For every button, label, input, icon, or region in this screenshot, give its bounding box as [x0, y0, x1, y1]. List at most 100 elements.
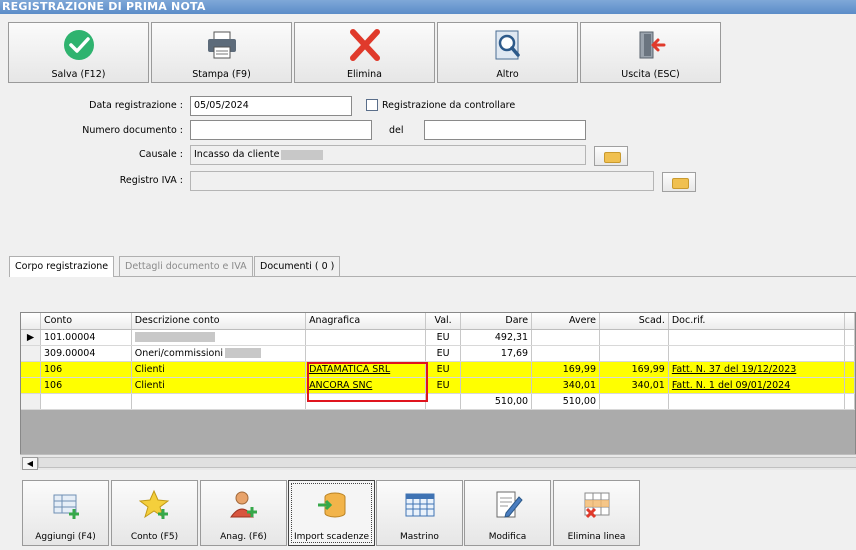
redacted-block: [281, 149, 324, 160]
delete-button[interactable]: Elimina: [294, 22, 435, 83]
folder-icon: [672, 178, 689, 189]
window-title: REGISTRAZIONE DI PRIMA NOTA: [2, 0, 206, 13]
row-indicator: [21, 393, 42, 410]
scroll-left-arrow-icon[interactable]: ◀: [22, 457, 38, 470]
cell-conto[interactable]: 309.00004: [40, 345, 132, 362]
col-header-dare[interactable]: Dare: [460, 313, 533, 330]
cell-anagrafica[interactable]: [305, 329, 426, 346]
table-row[interactable]: 309.00004 Oneri/commissioni EU 17,69: [21, 345, 855, 362]
magnifier-icon: [491, 29, 525, 61]
cell-scadenza[interactable]: [599, 345, 669, 362]
mastrino-button[interactable]: Mastrino: [376, 480, 463, 546]
col-header-avere[interactable]: Avere: [531, 313, 600, 330]
anagrafica-label: Anag. (F6): [220, 532, 267, 542]
registrazione-grid[interactable]: Conto Descrizione conto Anagrafica Val. …: [20, 312, 856, 470]
modifica-button[interactable]: Modifica: [464, 480, 551, 546]
col-header-scadenza[interactable]: Scad.: [599, 313, 669, 330]
cell-doc-rif-link[interactable]: Fatt. N. 37 del 19/12/2023: [668, 361, 846, 378]
cell-dare[interactable]: [460, 361, 533, 378]
add-row-button[interactable]: Aggiungi (F4): [22, 480, 109, 546]
cell-extra: [844, 345, 855, 362]
cell-dare[interactable]: [460, 377, 533, 394]
cell-dare[interactable]: 492,31: [460, 329, 533, 346]
anagrafica-button[interactable]: Anag. (F6): [200, 480, 287, 546]
registro-iva-lookup-button[interactable]: [662, 172, 696, 192]
del-label: del: [389, 125, 404, 136]
col-header-anagrafica[interactable]: Anagrafica: [305, 313, 426, 330]
row-indicator: [21, 345, 42, 362]
cell-avere[interactable]: [531, 329, 600, 346]
cell-doc-rif-link[interactable]: Fatt. N. 1 del 09/01/2024: [668, 377, 846, 394]
tab-documenti[interactable]: Documenti ( 0 ): [254, 256, 341, 276]
conto-button[interactable]: Conto (F5): [111, 480, 198, 546]
import-scadenze-button[interactable]: Import scadenze: [288, 480, 375, 546]
redacted-block: [134, 332, 215, 342]
row-indicator: [21, 361, 42, 378]
tab-corpo-registrazione[interactable]: Corpo registrazione: [9, 256, 115, 277]
cell-valuta[interactable]: EU: [425, 377, 462, 394]
cell-dare[interactable]: 17,69: [460, 345, 533, 362]
cell-avere[interactable]: 169,99: [531, 361, 600, 378]
ledger-grid-icon: [404, 489, 436, 521]
star-add-icon: [138, 489, 171, 521]
add-row-icon: [50, 489, 82, 521]
col-header-valuta[interactable]: Val.: [425, 313, 462, 330]
cell-scadenza[interactable]: [599, 329, 669, 346]
table-row[interactable]: 106 Clienti ANCORA SNC EU 340,01 340,01 …: [21, 377, 855, 394]
cell-conto[interactable]: 106: [40, 361, 132, 378]
causale-label: Causale :: [139, 149, 183, 160]
cell-conto[interactable]: 106: [40, 377, 132, 394]
cell-descrizione[interactable]: Clienti: [131, 361, 307, 378]
registro-iva-field[interactable]: [190, 171, 654, 191]
delete-x-icon: [348, 29, 382, 61]
cell-descrizione[interactable]: [131, 329, 307, 346]
print-button[interactable]: Stampa (F9): [151, 22, 292, 83]
col-header-descrizione[interactable]: Descrizione conto: [131, 313, 307, 330]
table-row[interactable]: ▶ 101.00004 EU 492,31: [21, 329, 855, 346]
scrollbar-thumb[interactable]: [38, 457, 856, 468]
cell-scadenza[interactable]: 340,01: [599, 377, 669, 394]
causale-value: Incasso da cliente: [194, 149, 280, 160]
edit-document-icon: [492, 489, 524, 521]
cell-valuta[interactable]: EU: [425, 329, 462, 346]
cell-valuta[interactable]: EU: [425, 345, 462, 362]
cell-empty: [40, 393, 132, 410]
cell-descrizione[interactable]: Oneri/commissioni: [131, 345, 307, 362]
cell-scadenza[interactable]: 169,99: [599, 361, 669, 378]
elimina-linea-button[interactable]: Elimina linea: [553, 480, 640, 546]
table-row[interactable]: 106 Clienti DATAMATICA SRL EU 169,99 169…: [21, 361, 855, 378]
exit-button[interactable]: Uscita (ESC): [580, 22, 721, 83]
col-header-doc-rif[interactable]: Doc.rif.: [668, 313, 846, 330]
annotation-highlight-box: [307, 362, 428, 402]
cell-anagrafica[interactable]: [305, 345, 426, 362]
numero-documento-field[interactable]: [190, 120, 372, 140]
save-button[interactable]: Salva (F12): [8, 22, 149, 83]
check-icon: [62, 29, 96, 61]
causale-field[interactable]: Incasso da cliente: [190, 145, 586, 165]
da-controllare-checkbox[interactable]: [366, 99, 378, 111]
da-controllare-label: Registrazione da controllare: [382, 100, 516, 111]
cell-descrizione[interactable]: Clienti: [131, 377, 307, 394]
printer-icon: [205, 29, 239, 61]
cell-doc-rif[interactable]: [668, 329, 846, 346]
totals-row: 510,00 510,00: [21, 393, 855, 410]
del-date-field[interactable]: [424, 120, 586, 140]
elimina-linea-label: Elimina linea: [567, 532, 626, 542]
registro-iva-label: Registro IVA :: [119, 175, 183, 186]
total-avere: 510,00: [531, 393, 600, 410]
more-button[interactable]: Altro: [437, 22, 578, 83]
data-registrazione-field[interactable]: 05/05/2024: [190, 96, 352, 116]
cell-empty: [599, 393, 669, 410]
cell-doc-rif[interactable]: [668, 345, 846, 362]
title-bar: REGISTRAZIONE DI PRIMA NOTA: [0, 0, 856, 14]
causale-lookup-button[interactable]: [594, 146, 628, 166]
horizontal-scrollbar[interactable]: ◀: [20, 454, 856, 470]
cell-avere[interactable]: 340,01: [531, 377, 600, 394]
cell-avere[interactable]: [531, 345, 600, 362]
col-header-conto[interactable]: Conto: [40, 313, 132, 330]
cell-valuta[interactable]: EU: [425, 361, 462, 378]
save-button-label: Salva (F12): [51, 69, 106, 80]
cell-conto[interactable]: 101.00004: [40, 329, 132, 346]
redacted-block: [225, 348, 262, 358]
tab-dettagli-documento[interactable]: Dettagli documento e IVA: [119, 256, 253, 276]
